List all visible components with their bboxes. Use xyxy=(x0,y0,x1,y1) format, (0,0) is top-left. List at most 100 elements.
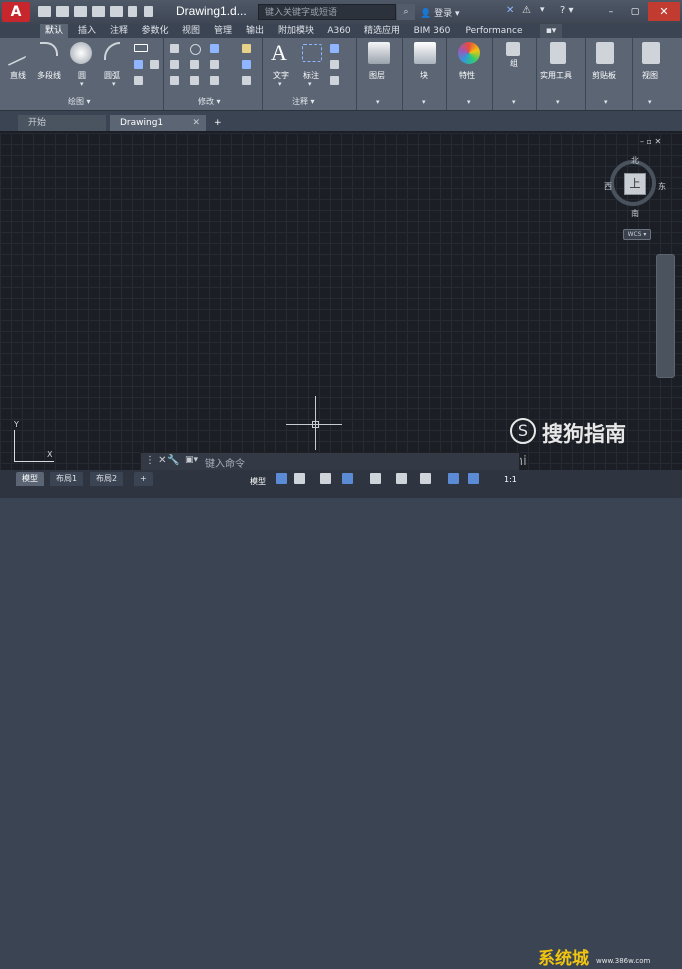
model-space-toggle[interactable]: 模型 xyxy=(250,476,266,487)
clipboard-dropdown-icon[interactable]: ▾ xyxy=(604,98,608,106)
circle-icon[interactable] xyxy=(70,42,92,64)
annotation-panel-title[interactable]: 注释 ▾ xyxy=(292,96,315,108)
linear-dim-icon[interactable] xyxy=(330,44,339,53)
copy-icon[interactable] xyxy=(170,60,179,69)
utilities-label[interactable]: 实用工具 xyxy=(540,70,572,81)
text-dropdown-icon[interactable]: ▾ xyxy=(278,80,282,88)
command-input[interactable]: 键入命令 xyxy=(205,455,245,470)
explode-icon[interactable] xyxy=(242,60,251,69)
table-icon[interactable] xyxy=(330,76,339,85)
tab-drawing1[interactable]: Drawing1 ✕ xyxy=(110,115,206,131)
auto-scale-icon[interactable] xyxy=(468,473,479,484)
layers-dropdown-icon[interactable]: ▾ xyxy=(376,98,380,106)
grid-icon[interactable] xyxy=(276,473,287,484)
polyline-icon[interactable] xyxy=(40,42,58,56)
stay-connected-icon[interactable]: ▾ xyxy=(540,5,545,15)
navigation-bar[interactable] xyxy=(656,254,675,378)
line-tool-label[interactable]: 直线 xyxy=(10,70,26,81)
ribbon-options-icon[interactable]: ▪▾ xyxy=(540,24,562,38)
circle-dropdown-icon[interactable]: ▾ xyxy=(80,80,84,88)
tab-layout2[interactable]: 布局2 xyxy=(90,472,124,486)
new-tab-button[interactable]: + xyxy=(210,115,228,131)
minimize-button[interactable]: – xyxy=(600,4,622,20)
tab-addins[interactable]: 附加模块 xyxy=(274,24,318,38)
wcs-menu[interactable]: WCS ▾ xyxy=(623,229,651,240)
draw-panel-title[interactable]: 绘图 ▾ xyxy=(68,96,91,108)
tab-performance[interactable]: Performance xyxy=(460,24,528,38)
layers-icon[interactable] xyxy=(368,42,390,64)
ellipse-icon[interactable] xyxy=(134,76,143,85)
view-icon[interactable] xyxy=(642,42,660,64)
tab-parametric[interactable]: 参数化 xyxy=(138,24,172,38)
offset-icon[interactable] xyxy=(242,76,251,85)
recent-commands-icon[interactable]: ▣▾ xyxy=(185,455,198,465)
tab-manage[interactable]: 管理 xyxy=(210,24,236,38)
groups-dropdown-icon[interactable]: ▾ xyxy=(512,98,516,106)
clipboard-label[interactable]: 剪贴板 xyxy=(592,70,616,81)
modify-panel-title[interactable]: 修改 ▾ xyxy=(198,96,221,108)
text-icon[interactable]: A xyxy=(271,40,287,66)
open-file-icon[interactable] xyxy=(56,6,69,17)
command-line[interactable]: ⋮ ✕ 🔧 ▣▾ xyxy=(140,452,520,472)
mirror-icon[interactable] xyxy=(190,60,199,69)
close-tab-icon[interactable]: ✕ xyxy=(192,115,200,131)
customize-icon[interactable]: 🔧 xyxy=(167,455,179,466)
move-icon[interactable] xyxy=(170,44,179,53)
polar-icon[interactable] xyxy=(342,473,353,484)
tab-start[interactable]: 开始 xyxy=(18,115,106,131)
new-file-icon[interactable] xyxy=(38,6,51,17)
layers-label[interactable]: 图层 xyxy=(369,70,385,81)
calculator-icon[interactable] xyxy=(550,42,566,64)
tab-home[interactable]: 默认 xyxy=(40,24,68,38)
transparency-icon[interactable] xyxy=(420,473,431,484)
undo-icon[interactable] xyxy=(128,6,137,17)
array-icon[interactable] xyxy=(210,76,219,85)
block-dropdown-icon[interactable]: ▾ xyxy=(422,98,426,106)
block-icon[interactable] xyxy=(414,42,436,64)
tab-annotate[interactable]: 注释 xyxy=(106,24,132,38)
save-icon[interactable] xyxy=(74,6,87,17)
sign-in-button[interactable]: 👤 登录 ▾ xyxy=(420,6,459,19)
draw-more-icon[interactable] xyxy=(150,60,159,69)
snap-icon[interactable] xyxy=(294,473,305,484)
redo-icon[interactable] xyxy=(144,6,153,17)
viewcube-top-face[interactable]: 上 xyxy=(624,173,646,195)
scale-icon[interactable] xyxy=(190,76,199,85)
save-as-icon[interactable] xyxy=(92,6,105,17)
tab-bim360[interactable]: BIM 360 xyxy=(410,24,454,38)
fillet-icon[interactable] xyxy=(210,60,219,69)
properties-icon[interactable] xyxy=(458,42,480,64)
tab-layout1[interactable]: 布局1 xyxy=(50,472,84,486)
viewport-controls[interactable]: – ▫ ✕ xyxy=(640,137,661,146)
tab-view[interactable]: 视图 xyxy=(178,24,204,38)
tab-featured-apps[interactable]: 精选应用 xyxy=(360,24,404,38)
hatch-icon[interactable] xyxy=(134,60,143,69)
line-icon[interactable] xyxy=(8,37,26,67)
groups-icon[interactable] xyxy=(506,42,520,56)
connect-icon[interactable]: ⚠ xyxy=(522,5,531,16)
tab-a360[interactable]: A360 xyxy=(324,24,354,38)
erase-icon[interactable] xyxy=(242,44,251,53)
search-input[interactable]: 键入关键字或短语 xyxy=(258,4,396,20)
groups-label[interactable]: 组 xyxy=(510,58,518,69)
search-icon[interactable]: ⌕ xyxy=(397,4,415,20)
dimension-dropdown-icon[interactable]: ▾ xyxy=(308,80,312,88)
view-dropdown-icon[interactable]: ▾ xyxy=(648,98,652,106)
clipboard-icon[interactable] xyxy=(596,42,614,64)
maximize-button[interactable]: ▢ xyxy=(624,4,646,20)
rectangle-icon[interactable] xyxy=(134,44,148,52)
close-commandline-icon[interactable]: ⋮ ✕ xyxy=(145,455,167,466)
utilities-dropdown-icon[interactable]: ▾ xyxy=(556,98,560,106)
rotate-icon[interactable] xyxy=(190,44,201,55)
properties-label[interactable]: 特性 xyxy=(459,70,475,81)
tab-insert[interactable]: 插入 xyxy=(74,24,100,38)
help-icon[interactable]: ? ▾ xyxy=(560,5,574,16)
print-icon[interactable] xyxy=(110,6,123,17)
arc-icon[interactable] xyxy=(104,42,120,60)
arc-dropdown-icon[interactable]: ▾ xyxy=(112,80,116,88)
view-label[interactable]: 视图 xyxy=(642,70,658,81)
application-menu-button[interactable]: A xyxy=(2,2,30,22)
trim-icon[interactable] xyxy=(210,44,219,53)
lineweight-icon[interactable] xyxy=(396,473,407,484)
add-layout-button[interactable]: + xyxy=(134,472,153,486)
